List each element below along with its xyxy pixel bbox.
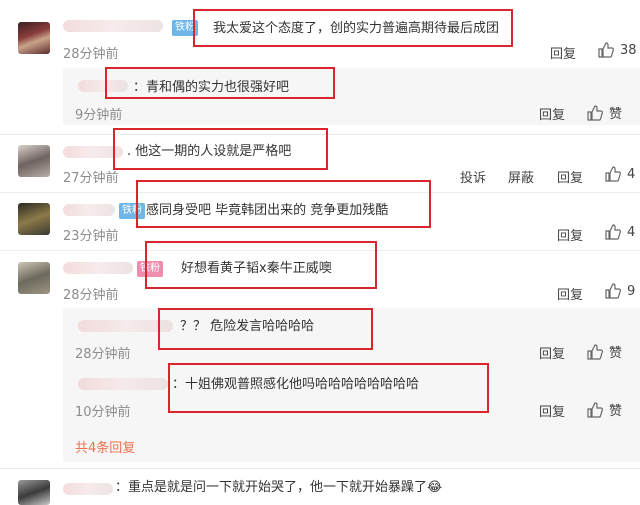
laughing-emoji-icon: 😂 [427,480,443,495]
reply-button[interactable]: 回复 [539,343,565,362]
highlight-box [136,180,431,228]
thumbs-up-icon [587,401,603,418]
reply-button[interactable]: 回复 [539,104,565,123]
highlight-box [145,241,377,289]
thumbs-up-icon [587,343,603,360]
comment-time: 27分钟前 [63,171,119,186]
like-count: 9 [627,283,636,299]
comment-time: 28分钟前 [63,288,119,303]
like-label: 赞 [609,404,623,419]
like-count: 38 [620,42,637,58]
like-button[interactable]: 赞 [587,342,622,361]
username[interactable] [63,20,163,32]
avatar[interactable] [18,145,50,177]
reply-button[interactable]: 回复 [550,43,576,62]
thumbs-up-icon [587,104,603,121]
like-button[interactable]: 38 [598,42,637,58]
like-button[interactable]: 赞 [587,400,622,419]
report-button[interactable]: 投诉 [460,167,486,186]
comment-text: ：重点是就是问一下就开始哭了，他一下就开始暴躁了😂 [115,479,442,497]
username[interactable] [63,483,113,495]
avatar[interactable] [18,22,50,54]
like-label: 赞 [609,107,623,122]
highlight-box [158,308,373,350]
reply-button[interactable]: 回复 [557,167,583,186]
divider [0,468,640,469]
more-replies-link[interactable]: 共4条回复 [75,437,135,456]
like-button[interactable]: 9 [605,283,635,299]
like-label: 赞 [609,346,623,361]
reply-button[interactable]: 回复 [539,401,565,420]
like-button[interactable]: 赞 [587,103,622,122]
thumbs-up-icon [605,283,621,299]
thumbs-up-icon [598,42,614,58]
block-button[interactable]: 屏蔽 [508,167,534,186]
avatar[interactable] [18,480,50,505]
like-button[interactable]: 4 [605,224,635,240]
thumbs-up-icon [605,166,621,182]
username[interactable] [63,204,115,216]
like-count: 4 [627,166,636,182]
highlight-box [113,128,328,170]
username[interactable] [63,262,133,274]
comment-time: 23分钟前 [63,229,119,244]
reply-button[interactable]: 回复 [557,225,583,244]
avatar[interactable] [18,203,50,235]
reply-time: 10分钟前 [75,405,131,420]
thumbs-up-icon [605,224,621,240]
like-count: 4 [627,224,636,240]
reply-button[interactable]: 回复 [557,284,583,303]
highlight-box [193,9,513,47]
username[interactable] [78,378,168,390]
comment-time: 28分钟前 [63,47,119,62]
like-button[interactable]: 4 [605,166,635,182]
avatar[interactable] [18,262,50,294]
highlight-box [105,67,335,99]
reply-time: 9分钟前 [75,108,123,123]
comment-text-body: ：重点是就是问一下就开始哭了，他一下就开始暴躁了 [115,480,428,495]
reply-time: 28分钟前 [75,347,131,362]
highlight-box [168,363,489,413]
